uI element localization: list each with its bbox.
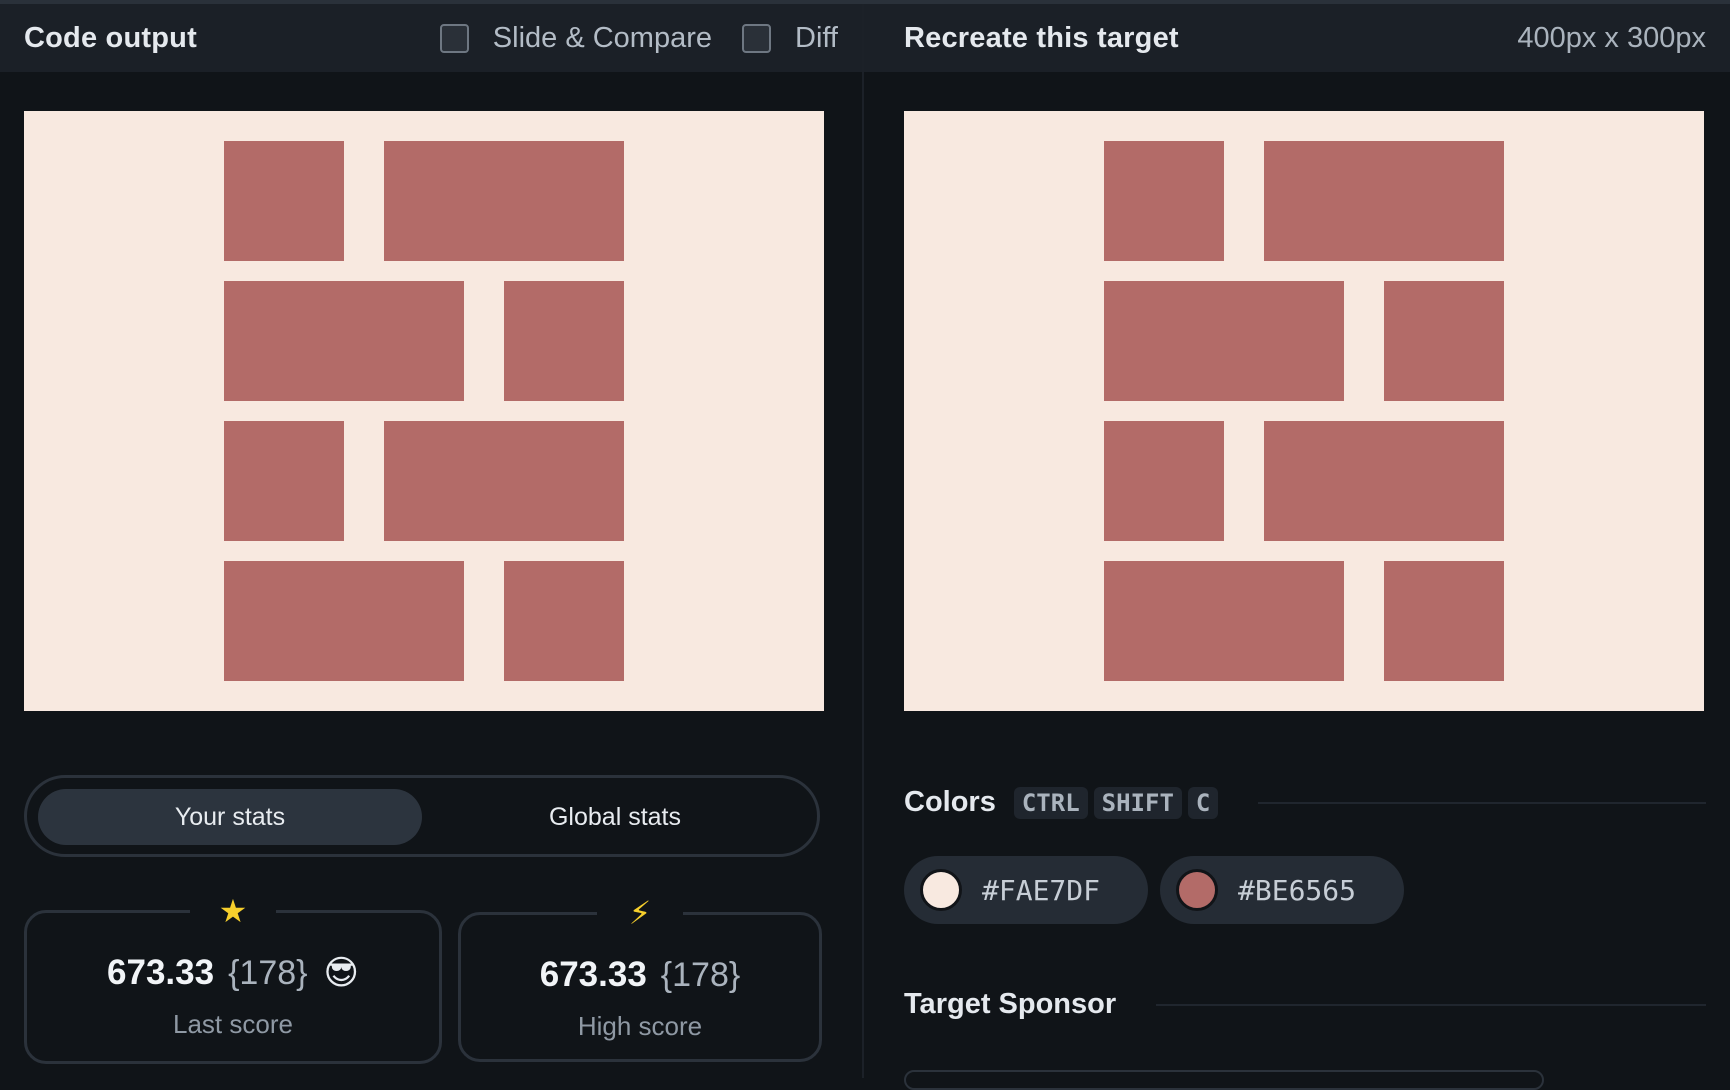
your-stats-tab[interactable]: Your stats: [38, 789, 422, 845]
brick: [504, 281, 624, 401]
diff-label: Diff: [795, 21, 838, 54]
brick: [224, 561, 464, 681]
section-divider: [1258, 801, 1706, 804]
section-divider: [1156, 1003, 1706, 1006]
brick: [384, 141, 624, 261]
colors-title: Colors: [904, 786, 996, 818]
brick: [1384, 561, 1504, 681]
brick: [224, 281, 464, 401]
brick: [384, 421, 624, 541]
target-dimensions: 400px x 300px: [1517, 21, 1706, 54]
brick: [1104, 421, 1224, 541]
target-header: Recreate this target 400px x 300px: [864, 4, 1730, 72]
high-score-label: High score: [577, 1011, 703, 1041]
brick: [1104, 561, 1344, 681]
brick: [1104, 141, 1224, 261]
brick: [1384, 281, 1504, 401]
brick: [1264, 421, 1504, 541]
global-stats-tab[interactable]: Global stats: [423, 789, 807, 845]
brick: [1104, 281, 1344, 401]
color-hex: #BE6565: [1238, 873, 1357, 907]
last-score-label: Last score: [173, 1009, 293, 1039]
high-score-card: ⚡ 673.33 {178} High score: [458, 891, 822, 1062]
color-swatch-background[interactable]: #FAE7DF: [904, 856, 1148, 924]
brick: [224, 141, 344, 261]
target-title: Recreate this target: [904, 21, 1179, 54]
code-output-panel: Code output Slide & Compare Diff Your st…: [0, 4, 862, 1078]
sunglasses-emoji-icon: 😎: [323, 954, 359, 992]
color-dot: [1176, 869, 1218, 911]
diff-toggle[interactable]: Diff: [742, 22, 838, 55]
target-canvas: [904, 111, 1704, 711]
color-swatch-brick[interactable]: #BE6565: [1160, 856, 1404, 924]
target-panel: Recreate this target 400px x 300px Color…: [864, 4, 1730, 1090]
colors-section-header: Colors CTRL SHIFT C: [904, 786, 1706, 819]
brick: [224, 421, 344, 541]
high-score-count: {178}: [660, 955, 741, 994]
code-output-title: Code output: [24, 21, 197, 54]
slide-compare-toggle[interactable]: Slide & Compare: [439, 21, 713, 55]
star-icon: ★: [190, 889, 276, 933]
last-score-value: 673.33: [107, 953, 215, 992]
last-score-card: ★ 673.33 {178} 😎 Last score: [24, 889, 442, 1064]
code-output-header: Code output Slide & Compare Diff: [0, 4, 862, 72]
diff-checkbox[interactable]: [742, 23, 772, 53]
shortcut-key-shift: SHIFT: [1093, 786, 1182, 819]
slide-compare-label: Slide & Compare: [492, 21, 713, 54]
lightning-bolt-icon: ⚡: [597, 891, 683, 935]
sponsor-title: Target Sponsor: [904, 988, 1117, 1020]
brick: [504, 561, 624, 681]
sponsor-card[interactable]: [904, 1070, 1544, 1090]
color-hex: #FAE7DF: [982, 873, 1101, 907]
code-output-canvas[interactable]: [24, 111, 824, 711]
shortcut-key-c: C: [1187, 786, 1219, 819]
stats-toggle: Your stats Global stats: [24, 775, 820, 857]
last-score-count: {178}: [228, 953, 308, 992]
shortcut-key-ctrl: CTRL: [1013, 786, 1088, 819]
high-score-value: 673.33: [539, 955, 647, 994]
brick: [1264, 141, 1504, 261]
sponsor-section-header: Target Sponsor: [904, 988, 1706, 1021]
slide-compare-checkbox[interactable]: [439, 23, 469, 53]
color-dot: [920, 869, 962, 911]
